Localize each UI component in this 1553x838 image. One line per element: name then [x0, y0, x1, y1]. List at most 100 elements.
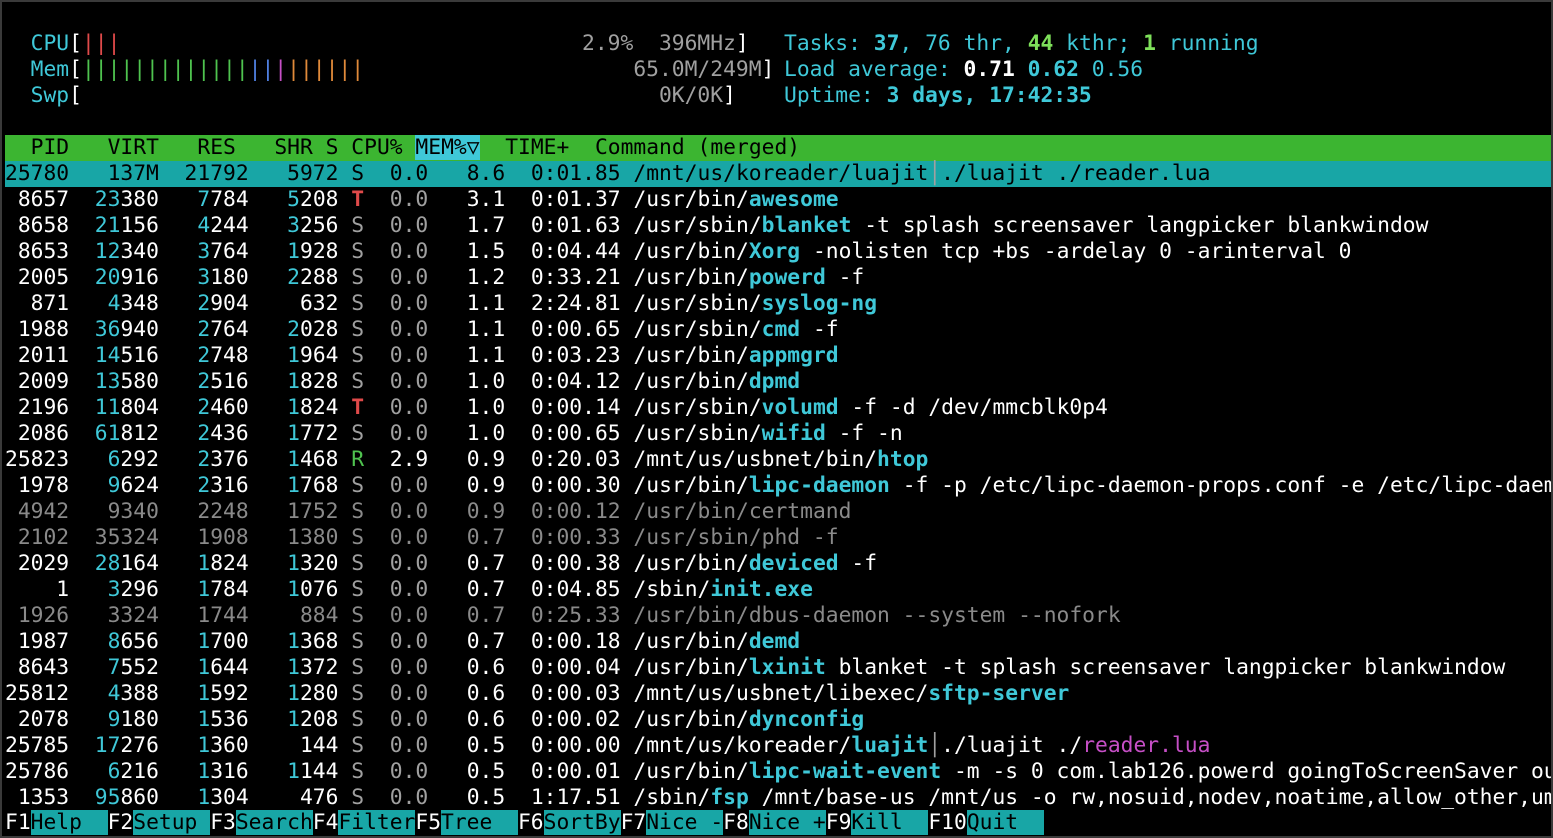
process-row[interactable]: 871 4348 2904 632 S 0.0 1.1 2:24.81 /usr…: [5, 291, 1551, 317]
cpu-cell: 0.0: [389, 239, 429, 264]
shr-cell: 144: [299, 733, 339, 758]
time-cell: 0:00.18: [530, 629, 621, 654]
fkey-f2-key[interactable]: F2: [107, 810, 134, 835]
shr-cell: 5972: [287, 161, 339, 186]
time-cell: 0:04.85: [530, 577, 621, 602]
mem-cell: 0.5: [466, 785, 506, 810]
process-row[interactable]: 2102 35324 1908 1380 S 0.0 0.7 0:00.33 /…: [5, 525, 1551, 551]
fkey-f3-label[interactable]: Search: [235, 810, 313, 835]
process-row[interactable]: 2078 9180 1536 1208 S 0.0 0.6 0:00.02 /u…: [5, 707, 1551, 733]
process-row[interactable]: 1978 9624 2316 1768 S 0.0 0.9 0:00.30 /u…: [5, 473, 1551, 499]
process-row[interactable]: 2196 11804 2460 1824 T 0.0 1.0 0:00.14 /…: [5, 395, 1551, 421]
command-cell: /mnt/us/koreader/luajit│./luajit ./reade…: [633, 733, 1210, 758]
fkey-f4-label[interactable]: Filter: [338, 810, 416, 835]
process-row[interactable]: 8643 7552 1644 1372 S 0.0 0.6 0:00.04 /u…: [5, 655, 1551, 681]
command-path: /usr/bin/: [633, 473, 749, 498]
time-cell: 0:00.14: [530, 395, 621, 420]
process-row[interactable]: 1988 36940 2764 2028 S 0.0 1.1 0:00.65 /…: [5, 317, 1551, 343]
col-cpu[interactable]: CPU%: [351, 135, 402, 160]
fkey-f4-key[interactable]: F4: [312, 810, 339, 835]
fkey-f1-key[interactable]: F1: [5, 810, 31, 835]
fkey-f9-key[interactable]: F9: [825, 810, 852, 835]
process-row[interactable]: 25823 6292 2376 1468 R 2.9 0.9 0:20.03 /…: [5, 447, 1551, 473]
process-row[interactable]: 1987 8656 1700 1368 S 0.0 0.7 0:00.18 /u…: [5, 629, 1551, 655]
mem-cell: 1.5: [466, 239, 506, 264]
process-row[interactable]: 4942 9340 2248 1752 S 0.0 0.9 0:00.12 /u…: [5, 499, 1551, 525]
col-res[interactable]: RES: [172, 135, 235, 160]
fkey-f5-label[interactable]: Tree: [441, 810, 518, 835]
process-row[interactable]: 8658 21156 4244 3256 S 0.0 1.7 0:01.63 /…: [5, 213, 1551, 239]
fkey-f7-label[interactable]: Nice -: [646, 810, 724, 835]
time-cell: 2:24.81: [530, 291, 621, 316]
fkey-f1-label[interactable]: Help: [30, 810, 108, 835]
command-path: /usr/bin/: [633, 239, 749, 264]
pid-cell: 1926: [17, 603, 70, 628]
col-virt[interactable]: VIRT: [82, 135, 159, 160]
fkey-f6-label[interactable]: SortBy: [543, 810, 621, 835]
pid-cell: 2005: [17, 265, 70, 290]
process-row[interactable]: 1926 3324 1744 884 S 0.0 0.7 0:25.33 /us…: [5, 603, 1551, 629]
col-pid[interactable]: PID: [5, 135, 69, 160]
cpu-cell: 0.0: [389, 551, 429, 576]
process-row[interactable]: 1353 95860 1304 476 S 0.0 0.5 1:17.51 /s…: [5, 785, 1551, 811]
pid-cell: 2078: [17, 707, 70, 732]
fkey-f10-key[interactable]: F10: [928, 810, 967, 835]
process-row[interactable]: 25786 6216 1316 1144 S 0.0 0.5 0:00.01 /…: [5, 759, 1551, 785]
fkey-f7-key[interactable]: F7: [620, 810, 647, 835]
command-path: /usr/bin/: [633, 265, 749, 290]
res-cell: 1316: [197, 759, 249, 784]
col-shr[interactable]: SHR: [249, 135, 312, 160]
mem-cell: 1.0: [466, 421, 506, 446]
state-cell: S: [351, 655, 365, 680]
virt-cell: 6292: [107, 447, 159, 472]
process-row[interactable]: 8657 23380 7784 5208 T 0.0 3.1 0:01.37 /…: [5, 187, 1551, 213]
uptime-value: 3 days, 17:42:35: [886, 83, 1092, 108]
mem-cell: 1.0: [466, 369, 506, 394]
fkey-f2-label[interactable]: Setup: [133, 810, 211, 835]
process-row[interactable]: 2029 28164 1824 1320 S 0.0 0.7 0:00.38 /…: [5, 551, 1551, 577]
process-row[interactable]: 2011 14516 2748 1964 S 0.0 1.1 0:03.23 /…: [5, 343, 1551, 369]
cpu-cell: 0.0: [389, 265, 429, 290]
fkey-f5-key[interactable]: F5: [415, 810, 442, 835]
process-row[interactable]: 2009 13580 2516 1828 S 0.0 1.0 0:04.12 /…: [5, 369, 1551, 395]
cpu-cell: 0.0: [389, 291, 429, 316]
fkey-f9-label[interactable]: Kill: [851, 810, 929, 835]
process-row[interactable]: 25780 137M 21792 5972 S 0.0 8.6 0:01.85 …: [5, 161, 1551, 187]
process-row[interactable]: 25785 17276 1360 144 S 0.0 0.5 0:00.00 /…: [5, 733, 1551, 759]
command-args: -f: [825, 265, 865, 290]
process-row[interactable]: 8653 12340 3764 1928 S 0.0 1.5 0:04.44 /…: [5, 239, 1551, 265]
fkey-f6-key[interactable]: F6: [517, 810, 544, 835]
time-cell: 0:04.12: [530, 369, 621, 394]
process-row[interactable]: 25812 4388 1592 1280 S 0.0 0.6 0:00.03 /…: [5, 681, 1551, 707]
process-row[interactable]: 2005 20916 3180 2288 S 0.0 1.2 0:33.21 /…: [5, 265, 1551, 291]
load-1min: 0.71: [963, 57, 1015, 82]
state-cell: S: [351, 317, 365, 342]
command-path: /mnt/us/usbnet/libexec/: [633, 681, 929, 706]
col-state[interactable]: S: [326, 135, 339, 160]
fkey-f3-key[interactable]: F3: [210, 810, 236, 835]
mem-bar-cache: ||||||: [287, 57, 365, 82]
shr-cell: 1372: [287, 655, 339, 680]
htop-terminal: CPU[||| 2.9% 396MHz] Mem[|||||||||||||||…: [0, 0, 1553, 838]
state-cell: S: [351, 525, 365, 550]
process-row[interactable]: 2086 61812 2436 1772 S 0.0 1.0 0:00.65 /…: [5, 421, 1551, 447]
cpu-bar: |||: [81, 31, 121, 56]
pid-cell: 871: [30, 291, 70, 316]
shr-cell: 632: [299, 291, 339, 316]
state-cell: S: [351, 759, 365, 784]
command-cell: /usr/bin/awesome: [633, 187, 838, 212]
cpu-cell: 0.0: [389, 629, 429, 654]
mem-cell: 1.1: [466, 291, 506, 316]
fkey-f8-key[interactable]: F8: [723, 810, 749, 835]
state-cell: S: [351, 213, 365, 238]
fkey-f10-label[interactable]: Quit: [966, 810, 1044, 835]
process-row[interactable]: 1 3296 1784 1076 S 0.0 0.7 0:04.85 /sbin…: [5, 577, 1551, 603]
command-args: ./luajit ./: [941, 733, 1083, 758]
uptime-line: Uptime: 3 days, 17:42:35: [784, 83, 1092, 108]
command-binary: volumd: [761, 395, 839, 420]
col-command[interactable]: Command (merged): [595, 135, 800, 160]
col-mem-sorted[interactable]: MEM%▽: [415, 135, 480, 160]
fkey-f8-label[interactable]: Nice +: [748, 810, 826, 835]
col-time[interactable]: TIME+: [505, 135, 569, 160]
cpu-cell: 0.0: [389, 655, 429, 680]
